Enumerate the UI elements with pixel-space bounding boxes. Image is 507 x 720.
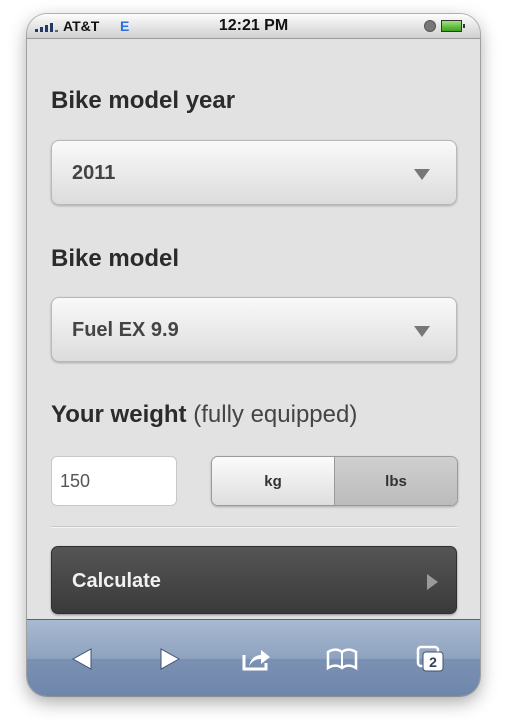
tabs-icon: 2 — [416, 645, 444, 672]
status-bar: AT&T E 12:21 PM — [27, 14, 480, 39]
model-year-value: 2011 — [72, 162, 116, 184]
clock-icon — [424, 20, 436, 32]
weight-label: Your weight (fully equipped) — [51, 401, 357, 429]
model-year-select[interactable]: 2011 — [51, 140, 457, 205]
model-value: Fuel EX 9.9 — [72, 319, 179, 341]
forward-arrow-icon — [160, 648, 181, 670]
tab-count: 2 — [429, 654, 437, 670]
model-label: Bike model — [51, 245, 180, 272]
status-time: 12:21 PM — [218, 17, 289, 34]
page-content: Bike model year 2011 Bike model Fuel EX … — [27, 39, 480, 644]
dropdown-arrow-icon — [414, 169, 430, 180]
tabs-button[interactable]: 2 — [413, 644, 447, 674]
weight-input[interactable] — [51, 456, 177, 506]
browser-toolbar: 2 — [27, 619, 480, 696]
forward-button[interactable] — [153, 644, 187, 674]
calculate-button[interactable]: Calculate — [51, 546, 457, 614]
share-icon — [242, 650, 270, 671]
chevron-right-icon — [427, 574, 438, 590]
bookmarks-button[interactable] — [325, 644, 359, 674]
unit-kg-button[interactable]: kg — [212, 457, 335, 505]
weight-sublabel: (fully equipped) — [193, 401, 358, 428]
weight-label-text: Your weight — [51, 401, 187, 428]
model-year-label: Bike model year — [51, 87, 236, 114]
battery-icon — [441, 20, 465, 32]
unit-toggle[interactable]: kg lbs — [211, 456, 458, 506]
phone-screen: AT&T E 12:21 PM Bike model year 2011 Bik… — [27, 14, 480, 696]
back-button[interactable] — [65, 644, 99, 674]
unit-lbs-button[interactable]: lbs — [335, 457, 457, 505]
share-button[interactable] — [239, 644, 273, 674]
calculate-label: Calculate — [72, 570, 161, 592]
bookmarks-icon — [326, 648, 358, 671]
model-select[interactable]: Fuel EX 9.9 — [51, 297, 457, 362]
back-arrow-icon — [71, 648, 92, 670]
dropdown-arrow-icon — [414, 326, 430, 337]
divider — [51, 526, 457, 528]
